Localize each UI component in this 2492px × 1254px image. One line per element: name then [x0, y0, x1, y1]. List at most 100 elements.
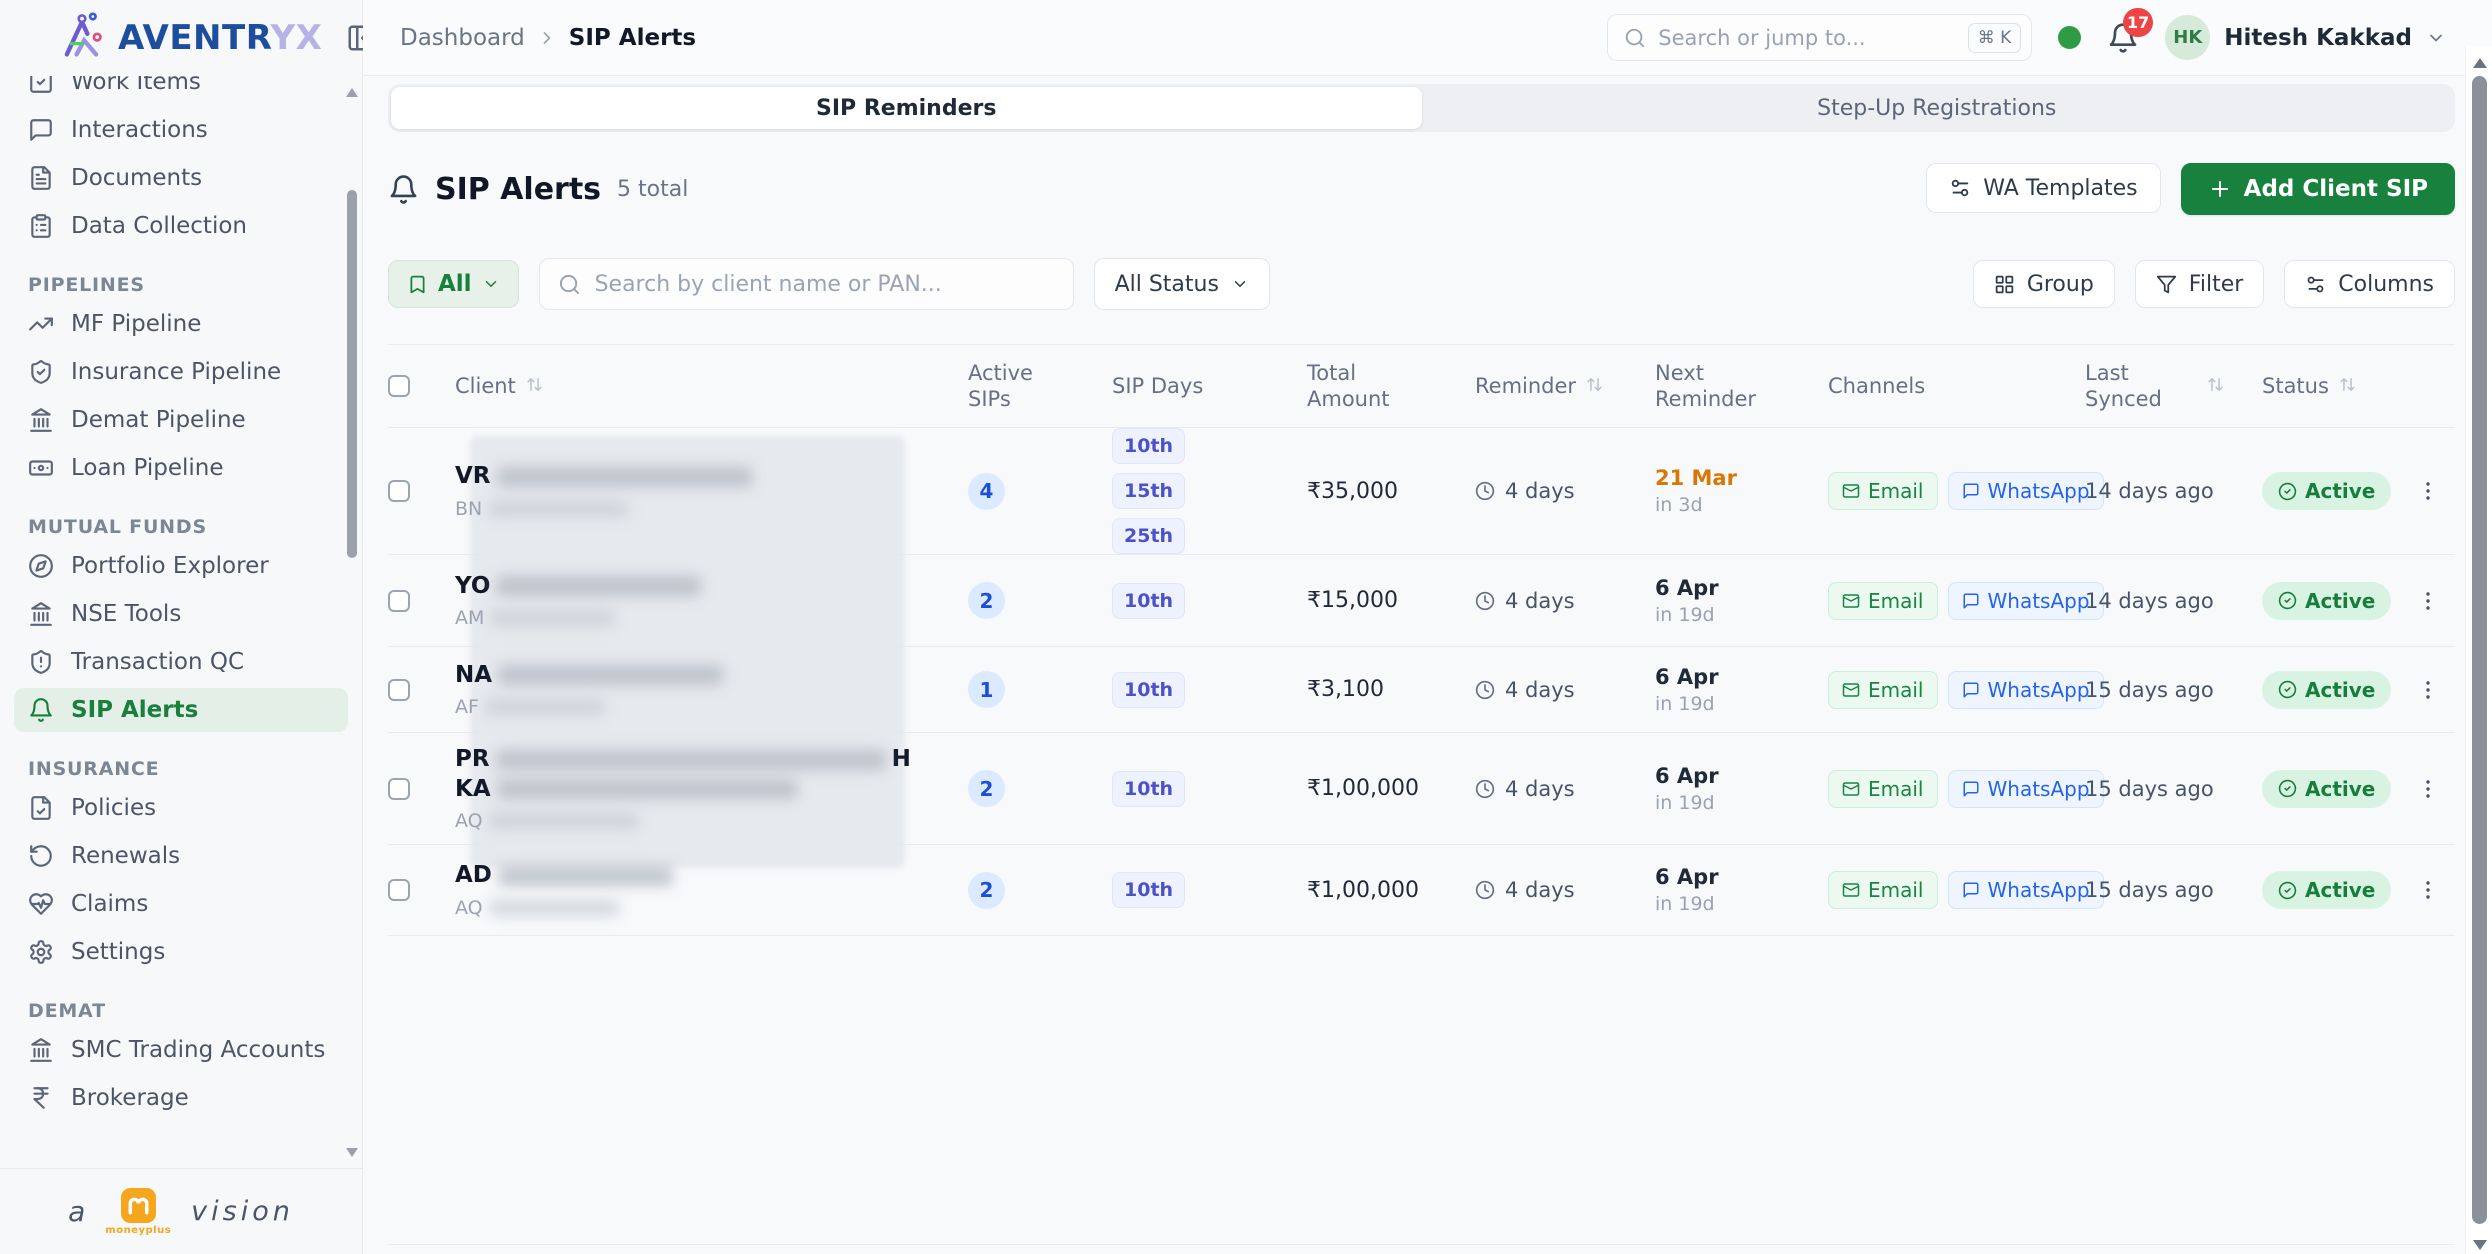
page-scrollbar-thumb[interactable] [2472, 76, 2487, 1224]
client-name: YO [455, 572, 701, 602]
scroll-down-icon[interactable] [2473, 1240, 2487, 1250]
next-reminder-relative: in 19d [1655, 604, 1719, 626]
column-header-total-amount[interactable]: Total Amount [1295, 360, 1460, 413]
filter-button[interactable]: Filter [2135, 260, 2264, 308]
clock-icon [1475, 880, 1495, 900]
landmark-icon [28, 407, 54, 433]
column-header-channels[interactable]: Channels [1815, 373, 2070, 399]
landmark-icon [28, 1037, 54, 1063]
saved-view-dropdown[interactable]: All [388, 260, 519, 308]
client-pan: BN [455, 498, 752, 520]
row-checkbox[interactable] [388, 679, 410, 701]
sidebar-item-label: Data Collection [71, 213, 247, 239]
global-search-input[interactable] [1658, 26, 1955, 50]
client-search-input[interactable] [595, 272, 1055, 297]
message-square-icon [1962, 780, 1980, 798]
sidebar-item-brokerage[interactable]: Brokerage [14, 1076, 348, 1120]
row-actions-menu[interactable] [2410, 473, 2446, 509]
notifications-button[interactable]: 17 [2107, 22, 2139, 54]
chevron-down-icon [2426, 28, 2446, 48]
add-client-sip-button[interactable]: Add Client SIP [2181, 163, 2455, 215]
client-pan: AF [455, 696, 723, 718]
more-vertical-icon [2416, 777, 2440, 801]
row-actions-menu[interactable] [2410, 771, 2446, 807]
sidebar-item-interactions[interactable]: Interactions [14, 108, 348, 152]
group-button[interactable]: Group [1973, 260, 2115, 308]
sidebar-item-label: Claims [71, 891, 148, 917]
sidebar-item-transaction-qc[interactable]: Transaction QC [14, 640, 348, 684]
client-pan: AQ [455, 897, 673, 919]
column-header-last-synced[interactable]: Last Synced [2070, 360, 2245, 413]
sidebar-item-sip-alerts[interactable]: SIP Alerts [14, 688, 348, 732]
row-actions-menu[interactable] [2410, 583, 2446, 619]
email-channel-badge: Email [1828, 582, 1938, 620]
message-square-icon [1962, 592, 1980, 610]
column-header-next-reminder[interactable]: Next Reminder [1640, 360, 1815, 413]
global-search[interactable]: ⌘ K [1607, 14, 2032, 61]
sidebar-scroll-up-icon[interactable] [346, 88, 358, 97]
select-all-checkbox[interactable] [388, 375, 410, 397]
sidebar-header: AVENTRYX [0, 0, 362, 76]
tab-step-up-registrations[interactable]: Step-Up Registrations [1422, 87, 2453, 129]
user-menu[interactable]: HK Hitesh Kakkad [2165, 15, 2446, 60]
clipboard-list-icon [28, 213, 54, 239]
client-search[interactable] [539, 258, 1074, 310]
sidebar-item-work-items[interactable]: Work Items [14, 76, 348, 104]
table-header: Client Active SIPs SIP Days Total Amount… [388, 344, 2455, 428]
sidebar-item-data-collection[interactable]: Data Collection [14, 204, 348, 248]
row-actions-menu[interactable] [2410, 672, 2446, 708]
page-scrollbar[interactable] [2465, 46, 2492, 1254]
row-checkbox[interactable] [388, 778, 410, 800]
wa-templates-button[interactable]: WA Templates [1926, 163, 2160, 213]
column-header-active-sips[interactable]: Active SIPs [955, 360, 1095, 413]
sidebar-item-claims[interactable]: Claims [14, 882, 348, 926]
table-row[interactable]: PRH KA AQ 2 10th ₹1,00,000 4 days 6 Apr … [388, 733, 2455, 845]
breadcrumb-parent[interactable]: Dashboard [400, 25, 525, 51]
scroll-up-icon[interactable] [2473, 58, 2487, 68]
last-synced: 15 days ago [2070, 678, 2245, 702]
column-header-sip-days[interactable]: SIP Days [1095, 373, 1295, 399]
sidebar-item-portfolio-explorer[interactable]: Portfolio Explorer [14, 544, 348, 588]
sidebar-item-settings[interactable]: Settings [14, 930, 348, 974]
notification-count-badge: 17 [2123, 8, 2153, 37]
sidebar-item-insurance-pipeline[interactable]: Insurance Pipeline [14, 350, 348, 394]
next-reminder-relative: in 3d [1655, 494, 1737, 516]
sidebar-scroll-down-icon[interactable] [346, 1148, 358, 1157]
channels: Email WhatsApp [1828, 671, 2104, 709]
client-name: AD [455, 861, 673, 891]
clock-icon [1475, 680, 1495, 700]
column-header-client[interactable]: Client [440, 373, 955, 399]
bell-icon [28, 697, 54, 723]
row-actions-menu[interactable] [2410, 872, 2446, 908]
shield-check-icon [28, 359, 54, 385]
tab-sip-reminders[interactable]: SIP Reminders [391, 87, 1422, 129]
sidebar-item-demat-pipeline[interactable]: Demat Pipeline [14, 398, 348, 442]
column-header-status[interactable]: Status [2245, 373, 2400, 399]
sidebar-footer: a moneyplus vision [0, 1168, 362, 1254]
row-checkbox[interactable] [388, 879, 410, 901]
status-filter-dropdown[interactable]: All Status [1094, 258, 1270, 310]
sidebar-item-loan-pipeline[interactable]: Loan Pipeline [14, 446, 348, 490]
sidebar-item-documents[interactable]: Documents [14, 156, 348, 200]
row-checkbox[interactable] [388, 590, 410, 612]
client-name: VR [455, 462, 752, 492]
columns-button[interactable]: Columns [2284, 260, 2455, 308]
channels: Email WhatsApp [1828, 582, 2104, 620]
sidebar-item-policies[interactable]: Policies [14, 786, 348, 830]
status-badge: Active [2262, 671, 2391, 709]
sidebar-item-smc-trading-accounts[interactable]: SMC Trading Accounts [14, 1028, 348, 1072]
total-amount: ₹35,000 [1295, 479, 1460, 504]
row-checkbox[interactable] [388, 480, 410, 502]
column-header-reminder[interactable]: Reminder [1460, 373, 1640, 399]
sidebar-scrollbar-thumb[interactable] [347, 190, 357, 558]
square-check-icon [28, 76, 54, 95]
sip-day-badge: 15th [1112, 473, 1185, 509]
brand-logo-icon [56, 10, 108, 66]
sidebar-scrollbar[interactable] [346, 0, 358, 1254]
sidebar-item-nse-tools[interactable]: NSE Tools [14, 592, 348, 636]
sidebar-item-renewals[interactable]: Renewals [14, 834, 348, 878]
sidebar-item-mf-pipeline[interactable]: MF Pipeline [14, 302, 348, 346]
sidebar-item-label: Brokerage [71, 1085, 189, 1111]
sidebar-section-label: DEMAT [14, 1000, 348, 1022]
status-badge: Active [2262, 770, 2391, 808]
